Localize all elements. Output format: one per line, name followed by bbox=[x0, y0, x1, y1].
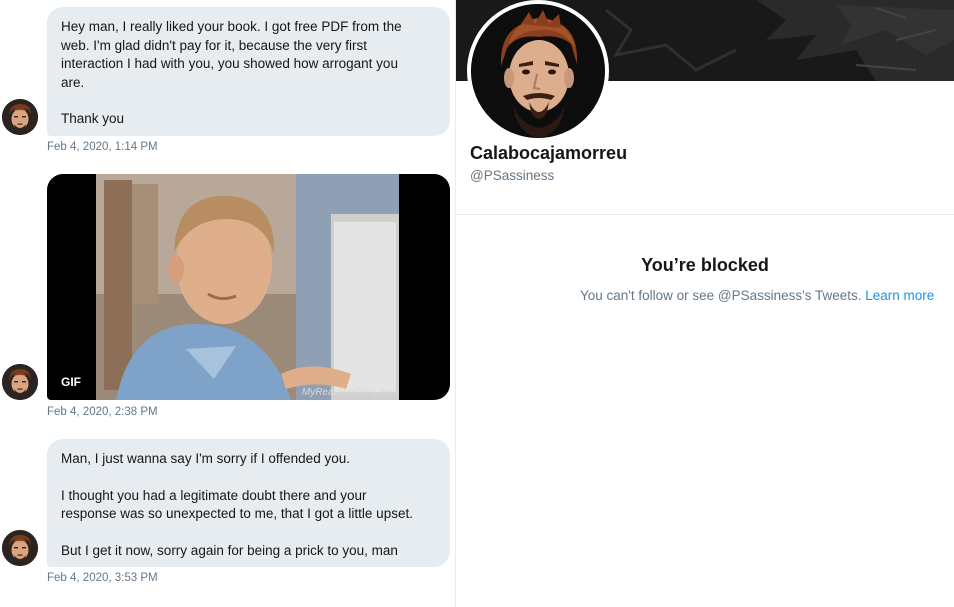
message-timestamp: Feb 4, 2020, 1:14 PM bbox=[47, 141, 158, 153]
message-bubble[interactable]: Man, I just wanna say I'm sorry if I off… bbox=[47, 439, 450, 567]
message-bubble[interactable]: Hey man, I really liked your book. I got… bbox=[47, 7, 450, 136]
gif-message[interactable]: GIF MyReactionGIFs.com bbox=[47, 174, 450, 400]
message-timestamp: Feb 4, 2020, 3:53 PM bbox=[47, 572, 158, 584]
message-line: are. bbox=[61, 74, 85, 90]
sender-avatar[interactable] bbox=[2, 364, 38, 400]
message-line bbox=[61, 92, 436, 110]
message-line: response was so unexpected to me, that I… bbox=[61, 506, 413, 521]
avatar-icon bbox=[471, 4, 605, 138]
message-line: I thought you had a legitimate doubt the… bbox=[61, 487, 367, 503]
profile-divider bbox=[456, 214, 954, 215]
message-line: Hey man, I really liked your book. I got… bbox=[61, 19, 402, 34]
message-line: interaction I had with you, you showed h… bbox=[61, 56, 398, 71]
profile-display-name: Calabocajamorreu bbox=[470, 143, 628, 163]
learn-more-link[interactable]: Learn more bbox=[865, 288, 934, 303]
gif-badge: GIF bbox=[61, 375, 81, 389]
sender-avatar[interactable] bbox=[2, 530, 38, 566]
message-timestamp: Feb 4, 2020, 2:38 PM bbox=[47, 406, 158, 418]
avatar-icon bbox=[2, 364, 38, 400]
message-line: But I get it now, sorry again for being … bbox=[61, 542, 398, 558]
message-line bbox=[61, 469, 436, 487]
blocked-message-text: You can't follow or see @PSassiness's Tw… bbox=[580, 288, 866, 303]
message-line: Thank you bbox=[61, 111, 125, 126]
dm-conversation: Hey man, I really liked your book. I got… bbox=[0, 0, 455, 607]
gif-watermark: MyReactionGIFs.com bbox=[301, 387, 398, 398]
message-line: web. I'm glad didn't pay for it, because… bbox=[61, 37, 368, 53]
profile-panel: Calabocajamorreu @PSassiness You’re bloc… bbox=[456, 0, 954, 607]
profile-avatar[interactable] bbox=[467, 0, 609, 142]
blocked-heading: You’re blocked bbox=[641, 255, 769, 275]
blocked-message: You can't follow or see @PSassiness's Tw… bbox=[580, 288, 934, 303]
sender-avatar[interactable] bbox=[2, 99, 38, 135]
message-line: Man, I just wanna say I'm sorry if I off… bbox=[61, 451, 350, 466]
avatar-icon bbox=[2, 99, 38, 135]
gif-image bbox=[96, 174, 399, 400]
message-line bbox=[61, 524, 436, 542]
profile-handle: @PSassiness bbox=[470, 168, 555, 183]
avatar-icon bbox=[2, 530, 38, 566]
